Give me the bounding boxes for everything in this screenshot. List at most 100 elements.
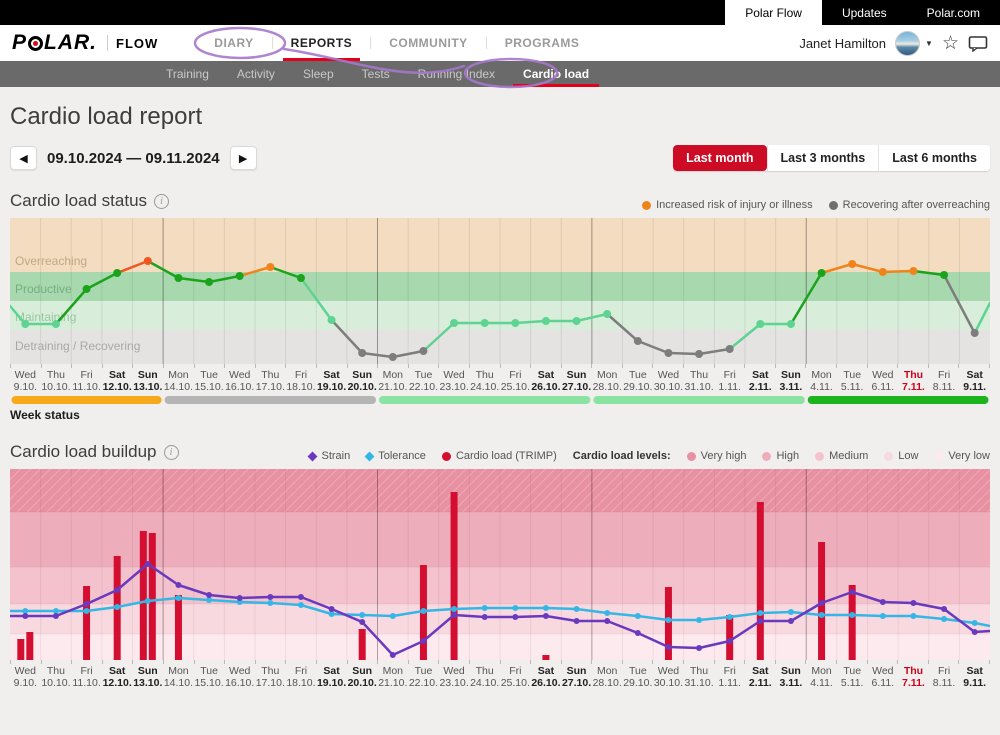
axis-day-label: Thu17.10. bbox=[255, 665, 286, 689]
axis-day-label: Fri25.10. bbox=[500, 665, 531, 689]
legend-label: Recovering after overreaching bbox=[843, 199, 990, 211]
axis-day-label: Tue29.10. bbox=[623, 369, 654, 393]
axis-day-label: Tue22.10. bbox=[408, 665, 439, 689]
tab-updates[interactable]: Updates bbox=[822, 0, 907, 25]
cardio-load-buildup-chart: Wed9.10.Thu10.10.Fri11.10.Sat12.10.Sun13… bbox=[10, 469, 990, 689]
logo-divider bbox=[107, 35, 108, 51]
axis-day-label: Tue29.10. bbox=[623, 665, 654, 689]
legend-marker-tolerance bbox=[365, 451, 375, 461]
subnav-cardio-load[interactable]: Cardio load bbox=[509, 61, 603, 87]
period-last-month[interactable]: Last month bbox=[673, 145, 766, 171]
axis-day-label: Fri11.10. bbox=[71, 665, 102, 689]
user-name: Janet Hamilton bbox=[799, 36, 886, 51]
axis-day-label: Wed23.10. bbox=[439, 665, 470, 689]
axis-day-label: Wed6.11. bbox=[868, 665, 899, 689]
buildup-legend: Strain Tolerance Cardio load (TRIMP) Car… bbox=[309, 450, 990, 462]
axis-day-label: Thu10.10. bbox=[41, 665, 72, 689]
info-icon[interactable]: i bbox=[164, 445, 179, 460]
status-chart-ticks bbox=[10, 364, 990, 368]
status-chart-axis: Wed9.10.Thu10.10.Fri11.10.Sat12.10.Sun13… bbox=[10, 369, 990, 393]
buildup-chart-axis: Wed9.10.Thu10.10.Fri11.10.Sat12.10.Sun13… bbox=[10, 665, 990, 689]
axis-day-label: Sun20.10. bbox=[347, 369, 378, 393]
nav-diary[interactable]: DIARY bbox=[196, 25, 271, 61]
tab-polar-com[interactable]: Polar.com bbox=[907, 0, 1000, 25]
info-icon[interactable]: i bbox=[154, 194, 169, 209]
axis-day-label: Tue5.11. bbox=[837, 369, 868, 393]
prev-period-button[interactable]: ◀ bbox=[10, 146, 37, 170]
feedback-icon[interactable] bbox=[968, 35, 988, 52]
axis-day-label: Fri18.10. bbox=[286, 665, 317, 689]
favorites-star-icon[interactable]: ☆ bbox=[942, 34, 959, 53]
week-status-bar bbox=[10, 396, 990, 404]
nav-community[interactable]: COMMUNITY bbox=[371, 25, 486, 61]
period-last-3-months[interactable]: Last 3 months bbox=[767, 145, 879, 171]
axis-day-label: Sat9.11. bbox=[959, 369, 990, 393]
axis-day-label: Sun13.10. bbox=[133, 369, 164, 393]
axis-day-label: Fri8.11. bbox=[929, 369, 960, 393]
axis-day-label: Sat9.11. bbox=[959, 665, 990, 689]
axis-day-label: Thu24.10. bbox=[469, 665, 500, 689]
week-status-label: Week status bbox=[10, 408, 990, 422]
main-nav: DIARY REPORTS COMMUNITY PROGRAMS bbox=[196, 25, 597, 61]
axis-day-label: Fri18.10. bbox=[286, 369, 317, 393]
svg-text:Productive: Productive bbox=[15, 282, 72, 296]
legend-dot-very-high bbox=[687, 452, 696, 461]
axis-day-label: Wed30.10. bbox=[653, 665, 684, 689]
axis-day-label: Thu31.10. bbox=[684, 369, 715, 393]
nav-programs[interactable]: PROGRAMS bbox=[487, 25, 598, 61]
subnav-running-index[interactable]: Running Index bbox=[404, 61, 509, 87]
tab-polar-flow[interactable]: Polar Flow bbox=[725, 0, 822, 25]
legend-dot-very-low bbox=[934, 452, 943, 461]
axis-day-label: Wed16.10. bbox=[224, 369, 255, 393]
subnav-sleep[interactable]: Sleep bbox=[289, 61, 348, 87]
axis-day-label: Mon4.11. bbox=[806, 369, 837, 393]
svg-text:Overreaching: Overreaching bbox=[15, 254, 87, 268]
legend-dot-low bbox=[884, 452, 893, 461]
period-selector: Last month Last 3 months Last 6 months bbox=[673, 145, 990, 171]
axis-day-label: Mon14.10. bbox=[163, 369, 194, 393]
date-range-text: 09.10.2024 — 09.11.2024 bbox=[47, 150, 220, 167]
subnav-training[interactable]: Training bbox=[152, 61, 223, 87]
report-subnav: Training Activity Sleep Tests Running In… bbox=[0, 61, 1000, 87]
axis-day-label: Fri8.11. bbox=[929, 665, 960, 689]
svg-text:Detraining / Recovering: Detraining / Recovering bbox=[15, 339, 140, 353]
axis-day-label: Thu7.11. bbox=[898, 665, 929, 689]
axis-day-label: Sun3.11. bbox=[776, 369, 807, 393]
axis-day-label: Wed6.11. bbox=[868, 369, 899, 393]
status-legend: Increased risk of injury or illness Reco… bbox=[642, 199, 990, 211]
legend-label: Very high bbox=[701, 450, 747, 462]
axis-day-label: Fri11.10. bbox=[71, 369, 102, 393]
next-period-button[interactable]: ▶ bbox=[230, 146, 257, 170]
axis-day-label: Mon21.10. bbox=[378, 665, 409, 689]
axis-day-label: Fri25.10. bbox=[500, 369, 531, 393]
period-last-6-months[interactable]: Last 6 months bbox=[878, 145, 990, 171]
axis-day-label: Mon4.11. bbox=[806, 665, 837, 689]
subnav-tests[interactable]: Tests bbox=[348, 61, 404, 87]
axis-day-label: Sat2.11. bbox=[745, 369, 776, 393]
axis-day-label: Sun27.10. bbox=[561, 369, 592, 393]
axis-day-label: Sat26.10. bbox=[531, 369, 562, 393]
polar-logo[interactable]: PLAR. FLOW bbox=[12, 31, 158, 55]
legend-dot-injury-risk bbox=[642, 201, 651, 210]
status-section-head: Cardio load status i Increased risk of i… bbox=[10, 191, 990, 211]
logo-letters-rest: LAR. bbox=[44, 31, 97, 55]
status-chart-plot: OverreachingProductiveMaintainingDetrain… bbox=[10, 218, 990, 364]
date-range-row: ◀ 09.10.2024 — 09.11.2024 ▶ Last month L… bbox=[10, 145, 990, 171]
avatar[interactable] bbox=[895, 31, 920, 56]
subnav-activity[interactable]: Activity bbox=[223, 61, 289, 87]
status-section-title: Cardio load status bbox=[10, 191, 147, 211]
buildup-chart-plot bbox=[10, 469, 990, 660]
legend-label: Increased risk of injury or illness bbox=[656, 199, 813, 211]
polar-logo-o-icon bbox=[28, 36, 43, 51]
axis-day-label: Thu31.10. bbox=[684, 665, 715, 689]
axis-day-label: Wed9.10. bbox=[10, 369, 41, 393]
axis-day-label: Thu7.11. bbox=[898, 369, 929, 393]
cardio-load-status-chart: OverreachingProductiveMaintainingDetrain… bbox=[10, 218, 990, 422]
axis-day-label: Sun3.11. bbox=[776, 665, 807, 689]
nav-reports[interactable]: REPORTS bbox=[273, 25, 371, 61]
axis-day-label: Wed23.10. bbox=[439, 369, 470, 393]
legend-label: Medium bbox=[829, 450, 868, 462]
legend-dot-recovering bbox=[829, 201, 838, 210]
chevron-down-icon[interactable]: ▼ bbox=[925, 39, 933, 48]
legend-label: Tolerance bbox=[378, 450, 426, 462]
